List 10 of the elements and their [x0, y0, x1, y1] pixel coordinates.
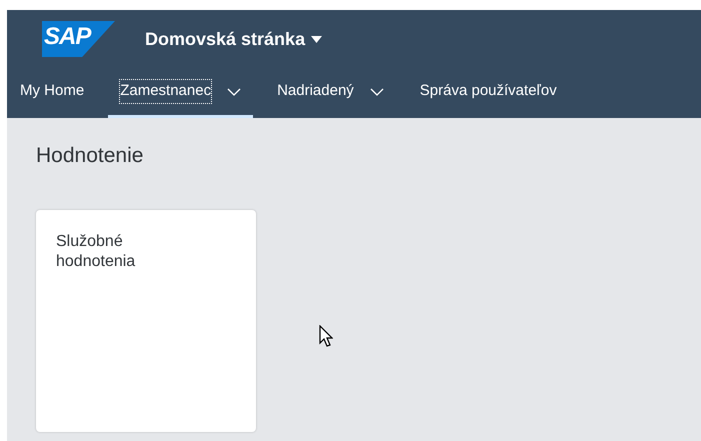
logo[interactable]: SAP [42, 21, 115, 57]
mouse-cursor-icon [319, 325, 333, 347]
nav-tab[interactable]: My Home [20, 68, 96, 118]
app-tile[interactable]: Služobné hodnotenia [36, 210, 256, 432]
caret-icon [311, 36, 322, 42]
nav-tab[interactable]: Správa používateľov [408, 68, 569, 118]
section-title: Hodnotenie [36, 143, 144, 169]
page-title-menu[interactable]: Domovská stránka [145, 26, 322, 52]
nav-tab[interactable]: Nadriadený [265, 68, 396, 118]
tile-title: Služobné hodnotenia [56, 232, 136, 272]
